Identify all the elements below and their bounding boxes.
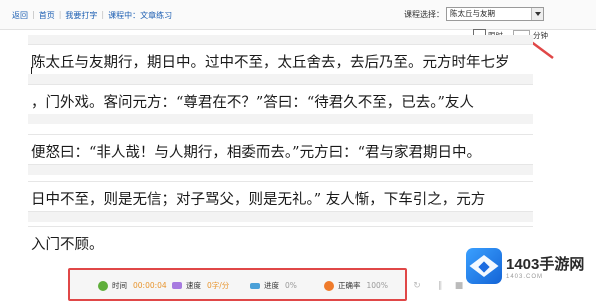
watermark-name: 1403手游网 [506, 255, 585, 273]
text-line[interactable]: ，门外戏。客问元方：“尊君在不？”答曰：“待君久不至，已去。”友人 [28, 84, 533, 115]
status-bar: 时间 00:00:04 速度 0字/分 进度 0% 正确率 100% [68, 268, 407, 301]
speed-stat: 速度 0字/分 [172, 280, 229, 291]
typing-link[interactable]: 我要打字 [61, 8, 101, 23]
line-gap [28, 74, 533, 84]
stop-icon[interactable]: ■ [452, 281, 466, 291]
home-link[interactable]: 首页 [35, 8, 59, 23]
progress-value: 0% [285, 281, 297, 290]
progress-stat: 进度 0% [250, 280, 297, 291]
chevron-down-icon[interactable] [531, 8, 543, 20]
accuracy-label: 正确率 [338, 281, 361, 290]
text-line[interactable]: 入门不顾。 [28, 226, 533, 257]
site-watermark: 1403手游网 1403.COM [466, 248, 584, 284]
minutes-unit: 分钟 [533, 31, 548, 40]
watermark-url: 1403.COM [506, 273, 544, 280]
text-line[interactable]: 陈太丘与友期行，期日中。过中不至，太丘舍去，去后乃至。元方时年七岁 [28, 44, 533, 75]
time-value: 00:00:04 [133, 281, 167, 290]
top-toolbar: 返回 | 首页 | 我要打字 | 课程中：文章练习 课程选择： 陈太丘与友期 [0, 0, 596, 30]
restart-icon[interactable]: ↻ [410, 281, 424, 291]
clock-icon [98, 280, 108, 291]
back-link[interactable]: 返回 [8, 8, 32, 23]
line-gap [28, 165, 533, 175]
time-stat: 时间 00:00:04 [98, 280, 167, 291]
accuracy-stat: 正确率 100% [324, 280, 388, 291]
speed-value: 0字/分 [207, 281, 230, 290]
accuracy-value: 100% [366, 281, 388, 290]
pause-icon[interactable]: ∥ [433, 281, 447, 291]
line-gap [28, 212, 533, 222]
speed-icon [172, 282, 182, 289]
nav-links: 返回 | 首页 | 我要打字 | 课程中：文章练习 [8, 8, 176, 23]
progress-label: 进度 [264, 281, 279, 290]
course-selector: 课程选择： 陈太丘与友期 [404, 7, 544, 21]
speed-label: 速度 [186, 281, 201, 290]
time-label: 时间 [112, 281, 127, 290]
site-logo-icon [466, 248, 502, 284]
course-select[interactable]: 陈太丘与友期 [446, 7, 544, 21]
current-course-link[interactable]: 课程中：文章练习 [104, 8, 176, 23]
text-line[interactable]: 便怒曰：“非人哉！与人期行，相委而去。”元方曰：“君与家君期日中。 [28, 134, 533, 165]
target-icon [324, 280, 334, 291]
line-gap [28, 114, 533, 124]
progress-icon [250, 282, 260, 289]
course-label: 课程选择： [404, 9, 444, 19]
text-line[interactable]: 日中不至，则是无信；对子骂父，则是无礼。” 友人惭，下车引之，元方 [28, 181, 533, 212]
course-select-value: 陈太丘与友期 [450, 9, 495, 18]
